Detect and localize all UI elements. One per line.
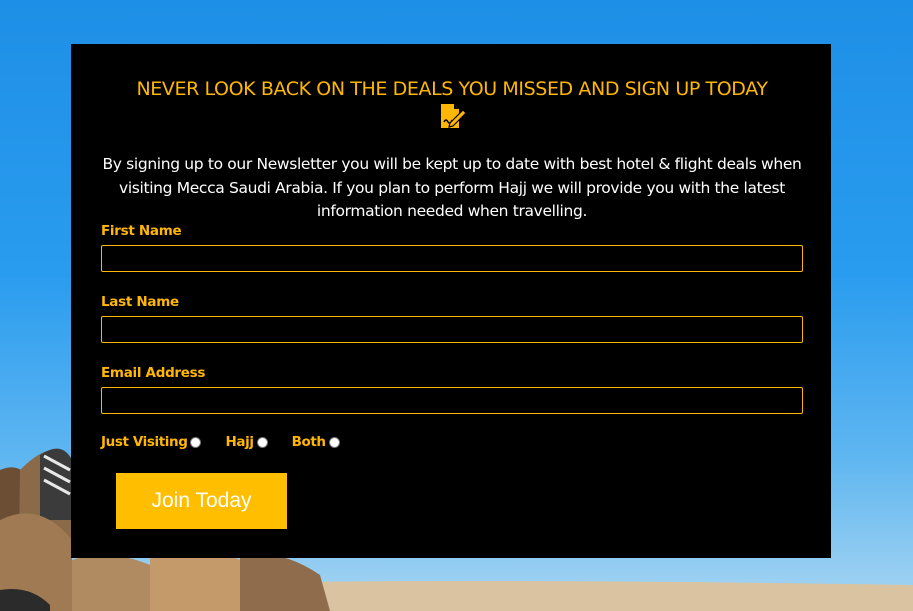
radio-option-both[interactable]: Both	[292, 434, 340, 450]
radio-option-hajj[interactable]: Hajj	[225, 434, 268, 450]
first-name-group: First Name	[101, 223, 803, 272]
both-label: Both	[291, 434, 326, 450]
last-name-group: Last Name	[101, 294, 803, 343]
email-label: Email Address	[101, 365, 206, 381]
just-visiting-radio[interactable]	[190, 436, 202, 448]
both-radio[interactable]	[328, 436, 340, 448]
newsletter-signup-panel: NEVER LOOK BACK ON THE DEALS YOU MISSED …	[71, 44, 831, 558]
hajj-label: Hajj	[225, 434, 254, 450]
signature-document-icon	[441, 104, 467, 128]
visit-type-radio-group: Just Visiting Hajj Both	[101, 434, 364, 450]
newsletter-headline: NEVER LOOK BACK ON THE DEALS YOU MISSED …	[136, 78, 768, 100]
first-name-input[interactable]	[101, 245, 803, 272]
newsletter-description: By signing up to our Newsletter you will…	[102, 155, 802, 220]
radio-option-just-visiting[interactable]: Just Visiting	[101, 434, 202, 450]
join-today-button[interactable]: Join Today	[116, 473, 287, 529]
email-input[interactable]	[101, 387, 803, 414]
first-name-label: First Name	[101, 223, 182, 239]
last-name-label: Last Name	[101, 294, 179, 310]
last-name-input[interactable]	[101, 316, 803, 343]
hajj-radio[interactable]	[256, 436, 268, 448]
email-group: Email Address	[101, 365, 803, 414]
just-visiting-label: Just Visiting	[101, 434, 188, 450]
